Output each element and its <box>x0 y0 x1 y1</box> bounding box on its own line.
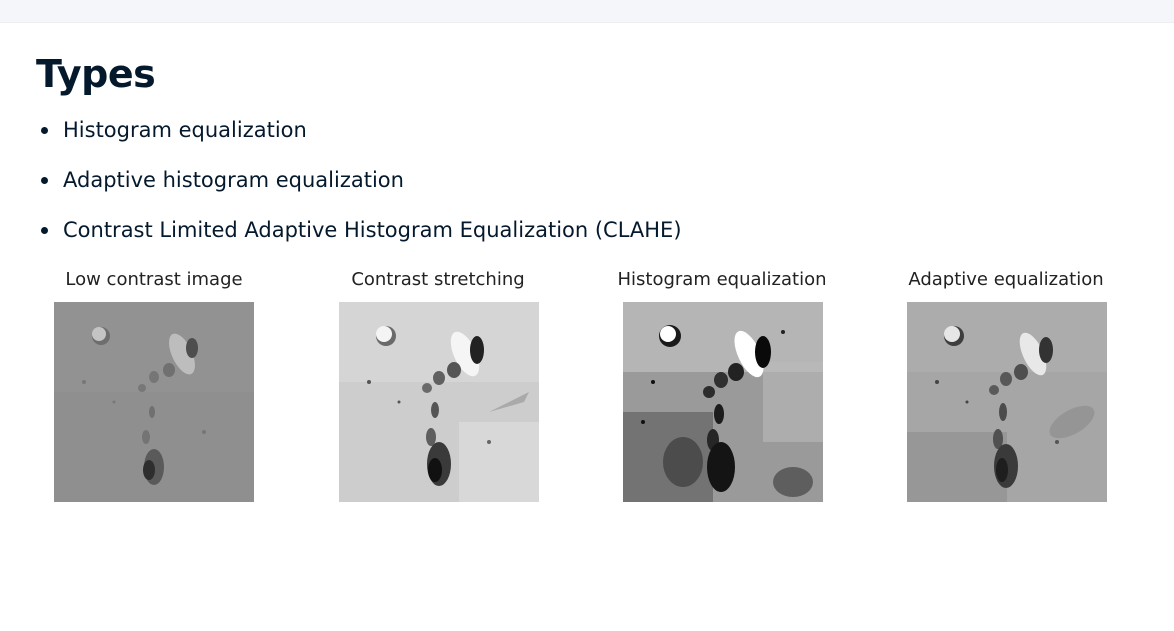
slide-title: Types <box>36 52 156 96</box>
bullet-dot-icon <box>41 177 48 184</box>
panel-caption: Contrast stretching <box>351 269 525 290</box>
bullet-text: Histogram equalization <box>63 118 307 142</box>
contrast-stretched-image <box>339 302 539 502</box>
bullet-item: Contrast Limited Adaptive Histogram Equa… <box>36 214 682 264</box>
bullet-item: Histogram equalization <box>36 114 682 164</box>
panel-caption: Histogram equalization <box>617 269 827 290</box>
low-contrast-image <box>54 302 254 502</box>
adaptive-equalized-image <box>907 302 1107 502</box>
panel-caption: Adaptive equalization <box>908 269 1104 290</box>
bullet-item: Adaptive histogram equalization <box>36 164 682 214</box>
bullet-dot-icon <box>41 227 48 234</box>
histogram-equalized-image <box>623 302 823 502</box>
bullet-text: Contrast Limited Adaptive Histogram Equa… <box>63 218 682 242</box>
bullet-text: Adaptive histogram equalization <box>63 168 404 192</box>
top-bar <box>0 0 1174 23</box>
bullet-dot-icon <box>41 127 48 134</box>
panel-caption: Low contrast image <box>65 269 243 290</box>
bullet-list: Histogram equalization Adaptive histogra… <box>36 114 682 264</box>
